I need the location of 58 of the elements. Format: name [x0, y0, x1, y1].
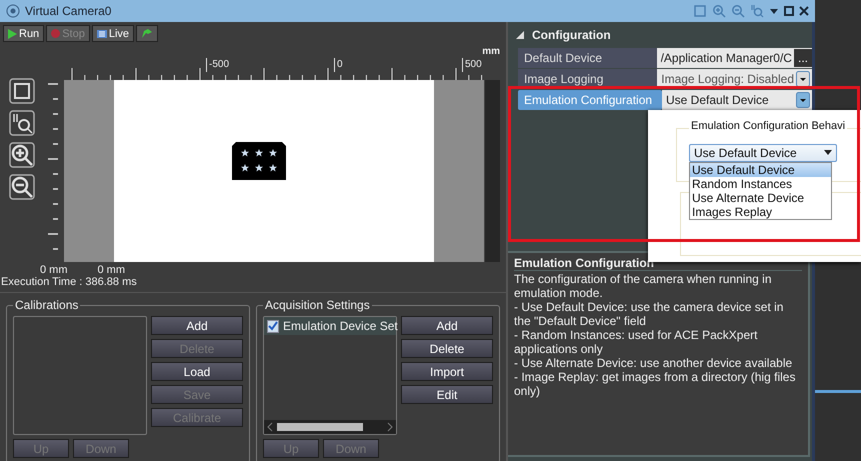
action-button[interactable]: Edit [401, 385, 493, 404]
action-button[interactable]: Add [151, 316, 243, 335]
dropdown-option[interactable]: Use Alternate Device [690, 191, 831, 205]
action-button[interactable]: Add [401, 316, 493, 335]
property-name[interactable]: Default Device [518, 48, 657, 68]
play-icon [8, 28, 17, 38]
help-text: - Random Instances: used for ACE PackXpert applications only [514, 328, 758, 356]
emulation-dropdown[interactable]: Use Default Device [689, 144, 837, 162]
expander-icon[interactable] [516, 31, 524, 39]
group-title: Calibrations [13, 298, 80, 312]
caret-icon [824, 150, 832, 156]
action-button[interactable]: Delete [401, 339, 493, 358]
star-plate-drawing [232, 142, 286, 180]
property-field[interactable]: /Application Manager0/C ... [656, 48, 812, 68]
close-icon[interactable] [799, 6, 809, 16]
dropdown-option[interactable]: Random Instances [690, 177, 831, 191]
unit-label: mm [482, 46, 500, 57]
help-text: - Use Default Device: use the camera device set in the "Default Device" field [514, 300, 784, 328]
zoom-actual-icon[interactable] [9, 110, 35, 136]
dropdown-option[interactable]: Images Replay [690, 205, 831, 219]
coordinate-readout: 0 mm [40, 264, 68, 276]
flag-icon [141, 28, 154, 38]
check-icon [268, 321, 278, 331]
scroll-left-icon[interactable] [267, 422, 273, 432]
live-view-icon [96, 28, 107, 38]
section-title: Configuration [532, 28, 611, 42]
group-title: Acquisition Settings [263, 298, 372, 312]
group-title: Emulation Configuration Behavi [689, 120, 848, 132]
property-field[interactable]: Use Default Device [662, 90, 812, 110]
calibrations-list[interactable] [13, 316, 147, 435]
vertical-scrollbar[interactable] [484, 80, 500, 262]
zoom-in-icon[interactable] [9, 142, 35, 168]
zoom-out-icon[interactable] [9, 174, 35, 200]
splitter-bar [815, 390, 861, 393]
help-text: The configuration of the camera when running in emulation mode. [514, 272, 772, 300]
action-button[interactable]: Import [401, 362, 493, 381]
ruler-label: -500 [206, 58, 230, 72]
horizontal-scrollbar[interactable] [264, 420, 396, 434]
flag-button[interactable] [136, 25, 158, 42]
scroll-right-icon[interactable] [387, 422, 393, 432]
fit-view-icon[interactable] [9, 78, 35, 104]
checkbox[interactable] [267, 320, 279, 332]
help-text: - Image Replay: get images from a directory (hig files only) [514, 370, 796, 398]
dropdown-option[interactable]: Use Default Device [690, 163, 831, 177]
help-text: - Use Alternate Device: use another device available [514, 356, 794, 370]
execution-time: Execution Time : 386.88 ms [0, 276, 138, 288]
coordinate-readout: 0 mm [98, 264, 125, 276]
action-button[interactable]: Load [151, 362, 243, 381]
camera-icon [6, 4, 20, 18]
ruler-label: 500 [462, 58, 482, 72]
maximize-icon[interactable] [784, 6, 794, 16]
live-button[interactable]: Live [92, 25, 134, 42]
browse-button[interactable]: ... [794, 49, 812, 67]
ruler-label: 0 [334, 58, 343, 72]
caret-icon[interactable] [769, 6, 779, 16]
run-button[interactable]: Run [3, 25, 44, 42]
window-title: Virtual Camera0 [25, 4, 112, 18]
record-dot-icon [51, 29, 60, 38]
